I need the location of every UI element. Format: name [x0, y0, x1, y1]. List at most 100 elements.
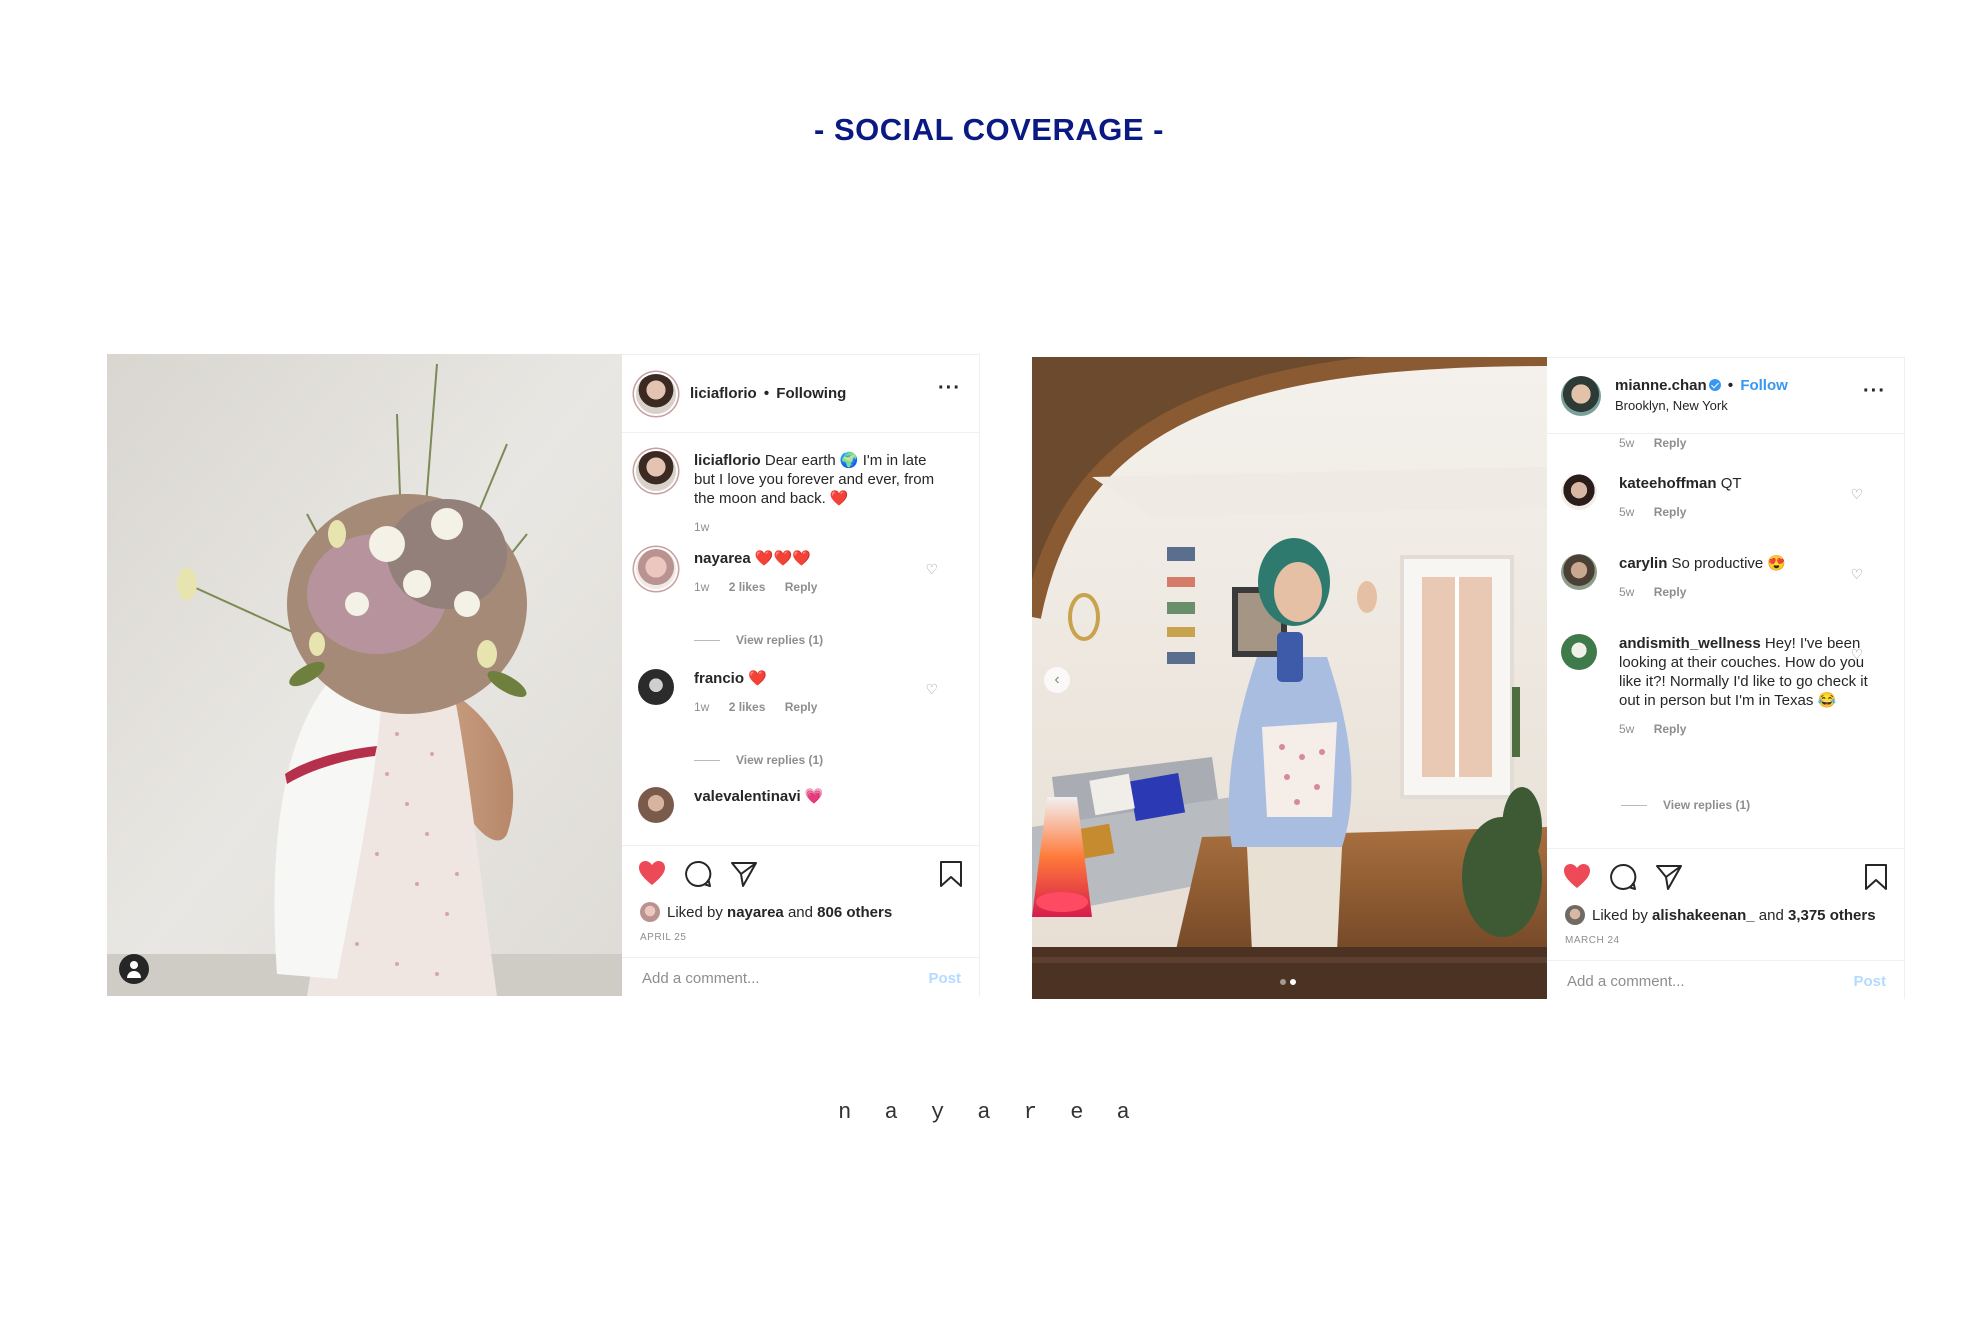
liked-others[interactable]: 806 others: [817, 904, 892, 921]
comment-item: francio ❤️ 1w 2 likes Reply ♡: [636, 669, 966, 717]
liked-others[interactable]: 3,375 others: [1788, 907, 1876, 924]
post-location[interactable]: Brooklyn, New York: [1615, 396, 1788, 415]
more-options-icon[interactable]: ···: [938, 378, 961, 398]
liked-prefix: Liked by: [1592, 906, 1648, 924]
avatar[interactable]: [636, 451, 676, 491]
avatar[interactable]: [1565, 905, 1585, 925]
view-replies-label: View replies (1): [736, 633, 824, 647]
reply-button[interactable]: Reply: [1654, 722, 1687, 736]
comments-list[interactable]: 5w Reply kateehoffman QT 5w Reply ♡ cary…: [1547, 436, 1904, 846]
post-side-panel: liciaflorio • Following ··· liciaflorio …: [622, 354, 980, 996]
comment-item: kateehoffman QT 5w Reply ♡: [1561, 474, 1891, 522]
tagged-user-icon[interactable]: [119, 954, 149, 984]
share-icon[interactable]: [1655, 863, 1683, 891]
post-photo-living-room[interactable]: ‹: [1032, 357, 1547, 999]
verified-badge-icon: [1708, 379, 1721, 391]
flowers-photo-illustration: [107, 354, 622, 996]
avatar[interactable]: [636, 373, 676, 414]
more-options-icon[interactable]: ···: [1863, 381, 1886, 401]
avatar[interactable]: [1561, 474, 1597, 510]
comment-username[interactable]: nayarea: [694, 550, 751, 567]
add-comment-input[interactable]: Add a comment...: [1567, 973, 1685, 990]
view-replies-button[interactable]: View replies (1): [694, 753, 823, 767]
post-date: MARCH 24: [1565, 935, 1620, 946]
carousel-prev-button[interactable]: ‹: [1044, 667, 1070, 693]
comments-list[interactable]: liciaflorio Dear earth 🌍 I'm in late but…: [622, 435, 979, 845]
comment-username[interactable]: kateehoffman: [1619, 475, 1717, 492]
post-photo-flowers[interactable]: [107, 354, 622, 996]
post-actions: Liked by alishakeenan_ and 3,375 others …: [1547, 848, 1904, 960]
carousel-dots: [1280, 979, 1296, 985]
reply-button[interactable]: Reply: [1654, 585, 1687, 599]
instagram-post-mianne-chan: ‹ mianne.chan • Follow Brooklyn, New Yor…: [1032, 357, 1905, 999]
comment-username[interactable]: liciaflorio: [694, 452, 761, 469]
carousel-dot-active: [1290, 979, 1296, 985]
avatar[interactable]: [1561, 634, 1597, 670]
comment-item: valevalentinavi 💗: [636, 787, 966, 823]
comment-meta: 5w Reply: [1619, 436, 1702, 450]
heart-outline-icon[interactable]: ♡: [1850, 646, 1863, 663]
avatar[interactable]: [638, 787, 674, 823]
bookmark-icon[interactable]: [1864, 863, 1888, 891]
comment-time: 1w: [694, 520, 710, 534]
share-icon[interactable]: [730, 860, 758, 888]
reply-button[interactable]: Reply: [1654, 436, 1687, 450]
comment-item: carylin So productive 😍 5w Reply ♡: [1561, 554, 1891, 602]
reply-button[interactable]: Reply: [785, 700, 818, 714]
liked-and: and: [1758, 906, 1784, 924]
heart-filled-icon[interactable]: [638, 860, 666, 886]
add-comment-input[interactable]: Add a comment...: [642, 970, 760, 987]
post-date: APRIL 25: [640, 932, 687, 943]
comment-username[interactable]: andismith_wellness: [1619, 635, 1761, 652]
comment-icon[interactable]: [1609, 863, 1637, 891]
liked-user[interactable]: alishakeenan_: [1652, 907, 1755, 924]
following-button[interactable]: Following: [776, 385, 846, 402]
heart-outline-icon[interactable]: ♡: [925, 681, 938, 698]
view-replies-label: View replies (1): [1663, 798, 1751, 812]
reply-button[interactable]: Reply: [1654, 505, 1687, 519]
post-button[interactable]: Post: [928, 970, 961, 987]
heart-outline-icon[interactable]: ♡: [1850, 566, 1863, 583]
add-comment-bar: Add a comment... Post: [622, 957, 979, 997]
avatar[interactable]: [1561, 554, 1597, 590]
heart-outline-icon[interactable]: ♡: [925, 561, 938, 578]
add-comment-bar: Add a comment... Post: [1547, 960, 1904, 1000]
view-replies-button[interactable]: View replies (1): [694, 633, 823, 647]
separator-dot: •: [763, 385, 770, 402]
page-title: - SOCIAL COVERAGE -: [814, 112, 1164, 147]
liked-prefix: Liked by: [667, 903, 723, 921]
avatar[interactable]: [638, 669, 674, 705]
comment-icon[interactable]: [684, 860, 712, 888]
separator-dot: •: [1727, 377, 1734, 394]
post-actions: Liked by nayarea and 806 others APRIL 25: [622, 845, 979, 957]
comment-text: ❤️: [748, 670, 767, 687]
username[interactable]: mianne.chan: [1615, 377, 1707, 394]
comment-username[interactable]: valevalentinavi: [694, 788, 801, 805]
comment-time: 5w: [1619, 585, 1635, 599]
comment-username[interactable]: carylin: [1619, 555, 1667, 572]
comment-username[interactable]: francio: [694, 670, 744, 687]
heart-filled-icon[interactable]: [1563, 863, 1591, 889]
avatar[interactable]: [636, 549, 676, 589]
follow-button[interactable]: Follow: [1740, 377, 1788, 394]
heart-outline-icon[interactable]: ♡: [1850, 486, 1863, 503]
comment-text: ❤️❤️❤️: [754, 550, 811, 567]
post-button[interactable]: Post: [1853, 973, 1886, 990]
reply-button[interactable]: Reply: [785, 580, 818, 594]
avatar[interactable]: [1561, 375, 1601, 416]
comment-likes[interactable]: 2 likes: [729, 580, 766, 594]
liked-user[interactable]: nayarea: [727, 904, 784, 921]
brand-logo: n a y a r e a: [838, 1100, 1140, 1125]
comment-time: 5w: [1619, 722, 1635, 736]
caption-comment: liciaflorio Dear earth 🌍 I'm in late but…: [636, 451, 966, 537]
view-replies-button[interactable]: View replies (1): [1621, 798, 1750, 812]
liked-and: and: [787, 903, 813, 921]
view-replies-label: View replies (1): [736, 753, 824, 767]
living-room-photo-illustration: [1032, 357, 1547, 999]
comment-likes[interactable]: 2 likes: [729, 700, 766, 714]
username[interactable]: liciaflorio: [690, 385, 757, 402]
avatar[interactable]: [640, 902, 660, 922]
carousel-dot: [1280, 979, 1286, 985]
post-header: liciaflorio • Following ···: [622, 355, 979, 433]
bookmark-icon[interactable]: [939, 860, 963, 888]
